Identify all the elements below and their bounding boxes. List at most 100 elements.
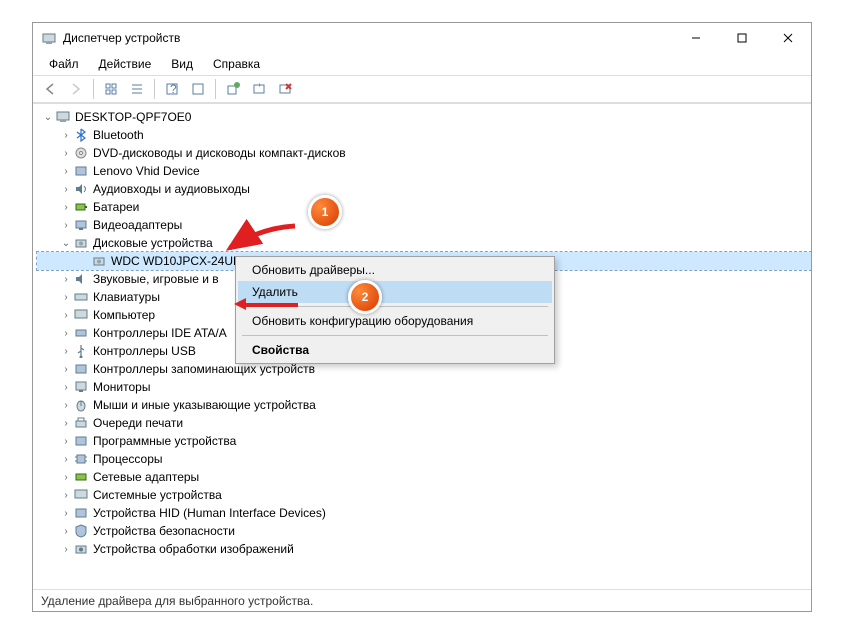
tree-node-battery[interactable]: ›Батареи — [37, 198, 811, 216]
tree-node-system-devices[interactable]: › Системные устройства — [37, 486, 811, 504]
monitor-icon — [73, 379, 89, 395]
tree-node-hid[interactable]: › Устройства HID (Human Interface Devices… — [37, 504, 811, 522]
print-queue-icon — [73, 415, 89, 431]
close-button[interactable] — [765, 23, 811, 53]
ctx-scan-hardware[interactable]: Обновить конфигурацию оборудования — [238, 310, 552, 332]
expand-icon[interactable]: › — [59, 128, 73, 142]
expand-icon[interactable]: › — [59, 218, 73, 232]
toolbar-separator — [93, 79, 94, 99]
expand-icon[interactable]: › — [59, 200, 73, 214]
expand-icon[interactable]: › — [59, 506, 73, 520]
system-device-icon — [73, 487, 89, 503]
forward-button[interactable] — [65, 78, 87, 100]
tool-refresh[interactable] — [222, 78, 244, 100]
expand-icon[interactable]: › — [59, 524, 73, 538]
tree-label: Дисковые устройства — [93, 236, 213, 250]
expand-icon[interactable]: › — [59, 146, 73, 160]
collapse-icon[interactable]: ⌄ — [59, 236, 73, 250]
tree-node-print-queue[interactable]: › Очереди печати — [37, 414, 811, 432]
tree-node-disk[interactable]: ⌄ Дисковые устройства — [37, 234, 811, 252]
app-icon — [41, 30, 57, 46]
tool-scan[interactable] — [248, 78, 270, 100]
tree-label: Очереди печати — [93, 416, 183, 430]
expand-icon[interactable]: › — [59, 452, 73, 466]
expand-icon[interactable]: › — [59, 272, 73, 286]
network-adapter-icon — [73, 469, 89, 485]
tree-label: Lenovo Vhid Device — [93, 164, 200, 178]
mouse-icon — [73, 397, 89, 413]
svg-text:?: ? — [170, 82, 177, 96]
tree-label: Аудиовходы и аудиовыходы — [93, 182, 250, 196]
tree-label: Программные устройства — [93, 434, 236, 448]
tree-label: Устройства HID (Human Interface Devices) — [93, 506, 326, 520]
expand-icon[interactable]: › — [59, 470, 73, 484]
menubar: Файл Действие Вид Справка — [33, 53, 811, 75]
expand-icon[interactable]: › — [59, 308, 73, 322]
statusbar: Удаление драйвера для выбранного устройс… — [33, 589, 811, 611]
tree-node-mouse[interactable]: › Мыши и иные указывающие устройства — [37, 396, 811, 414]
tree-label: Сетевые адаптеры — [93, 470, 199, 484]
expand-icon[interactable]: › — [59, 398, 73, 412]
expand-icon[interactable]: › — [59, 416, 73, 430]
ide-controller-icon — [73, 325, 89, 341]
expand-icon[interactable]: › — [59, 290, 73, 304]
tree-root-node[interactable]: ⌄ DESKTOP-QPF7OE0 — [37, 108, 811, 126]
expand-icon[interactable]: › — [59, 344, 73, 358]
display-adapter-icon — [73, 217, 89, 233]
tree-label: Видеоадаптеры — [93, 218, 182, 232]
expand-icon[interactable]: › — [59, 380, 73, 394]
tree-node-dvd[interactable]: ›DVD-дисководы и дисководы компакт-диско… — [37, 144, 811, 162]
menu-file[interactable]: Файл — [39, 55, 89, 73]
tree-node-monitors[interactable]: ›Мониторы — [37, 378, 811, 396]
storage-controller-icon — [73, 361, 89, 377]
ctx-properties[interactable]: Свойства — [238, 339, 552, 361]
cpu-icon — [73, 451, 89, 467]
tree-label: Клавиатуры — [93, 290, 160, 304]
tree-node-security[interactable]: › Устройства безопасности — [37, 522, 811, 540]
tree-node-audio[interactable]: › Аудиовходы и аудиовыходы — [37, 180, 811, 198]
tree-node-net[interactable]: › Сетевые адаптеры — [37, 468, 811, 486]
expand-icon[interactable]: › — [59, 542, 73, 556]
collapse-icon[interactable]: ⌄ — [41, 110, 55, 124]
toolbar: ? — [33, 75, 811, 103]
ctx-update-drivers[interactable]: Обновить драйверы... — [238, 259, 552, 281]
tree-node-bluetooth[interactable]: › Bluetooth — [37, 126, 811, 144]
menu-view[interactable]: Вид — [161, 55, 203, 73]
tree-label: Мыши и иные указывающие устройства — [93, 398, 316, 412]
minimize-button[interactable] — [673, 23, 719, 53]
battery-icon — [73, 199, 89, 215]
expand-icon[interactable]: › — [59, 488, 73, 502]
tree-node-cpu[interactable]: ›Процессоры — [37, 450, 811, 468]
tree-label: Bluetooth — [93, 128, 144, 142]
tree-node-imaging[interactable]: ›Устройства обработки изображений — [37, 540, 811, 558]
menu-help[interactable]: Справка — [203, 55, 270, 73]
maximize-button[interactable] — [719, 23, 765, 53]
computer-icon — [73, 307, 89, 323]
usb-icon — [73, 343, 89, 359]
expand-icon[interactable]: › — [59, 362, 73, 376]
expand-icon[interactable]: › — [59, 164, 73, 178]
tool-view-grid[interactable] — [100, 78, 122, 100]
tool-view-list[interactable] — [126, 78, 148, 100]
tool-props[interactable] — [187, 78, 209, 100]
ctx-remove[interactable]: Удалить — [238, 281, 552, 303]
device-tree[interactable]: ⌄ DESKTOP-QPF7OE0 › Bluetooth ›DVD-дисков… — [33, 103, 811, 589]
tool-help[interactable]: ? — [161, 78, 183, 100]
tool-remove[interactable] — [274, 78, 296, 100]
tree-node-video[interactable]: › Видеоадаптеры — [37, 216, 811, 234]
back-button[interactable] — [39, 78, 61, 100]
expand-icon[interactable]: › — [59, 326, 73, 340]
tree-label: Системные устройства — [93, 488, 222, 502]
tree-label: Звуковые, игровые и в — [93, 272, 219, 286]
bluetooth-icon — [73, 127, 89, 143]
callout-badge-2: 2 — [348, 280, 382, 314]
expand-icon[interactable]: › — [59, 182, 73, 196]
menu-action[interactable]: Действие — [89, 55, 162, 73]
expand-icon[interactable]: › — [59, 434, 73, 448]
annotation-arrow-1 — [220, 218, 300, 258]
tree-node-lenovo[interactable]: › Lenovo Vhid Device — [37, 162, 811, 180]
dvd-icon — [73, 145, 89, 161]
tree-node-software-devices[interactable]: › Программные устройства — [37, 432, 811, 450]
tree-label: Устройства безопасности — [93, 524, 235, 538]
annotation-arrowhead — [234, 297, 248, 311]
